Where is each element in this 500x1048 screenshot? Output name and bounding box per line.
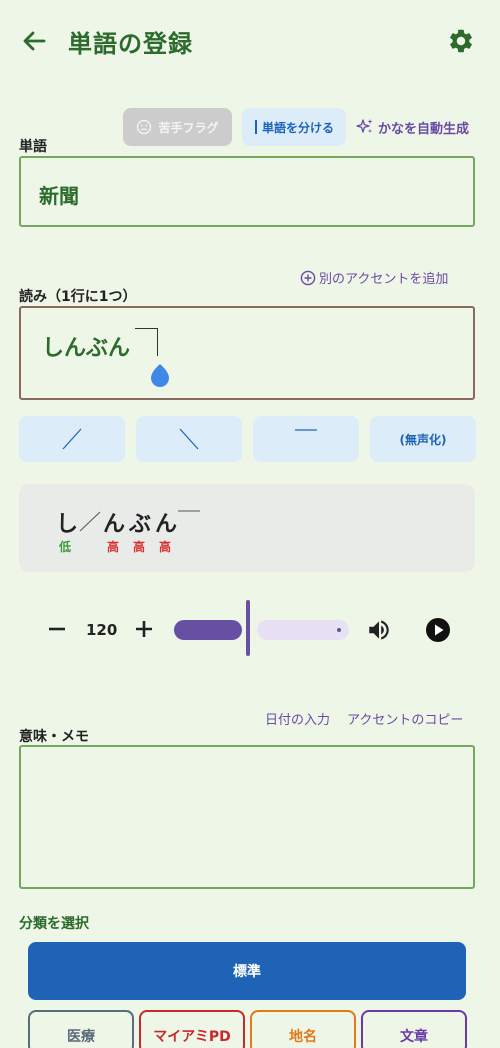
plus-circle-icon bbox=[300, 270, 316, 285]
slider-thumb[interactable] bbox=[246, 600, 250, 656]
accent-overline bbox=[135, 328, 157, 329]
accent-devoice-button[interactable]: (無声化) bbox=[370, 416, 476, 462]
date-input-link[interactable]: 日付の入力 bbox=[265, 709, 330, 728]
minus-icon bbox=[49, 627, 65, 631]
rising-slash-icon bbox=[62, 428, 82, 450]
pitch-label-high: 高 bbox=[159, 540, 172, 554]
copy-accent-link[interactable]: アクセントのコピー bbox=[347, 709, 463, 728]
speed-value: 120 bbox=[86, 621, 118, 639]
back-button[interactable] bbox=[20, 27, 48, 55]
preview-char: ん bbox=[155, 512, 178, 537]
split-word-label: 単語を分ける bbox=[261, 120, 334, 135]
arrow-left-icon bbox=[23, 31, 46, 51]
add-accent-label: 別のアクセントを追加 bbox=[319, 272, 449, 287]
preview-char: し bbox=[56, 512, 79, 537]
preview-char: ん bbox=[103, 512, 126, 537]
memo-input[interactable] bbox=[19, 745, 475, 889]
rising-slash-mark bbox=[79, 511, 101, 532]
speed-slider[interactable] bbox=[174, 600, 349, 660]
pitch-label-high: 高 bbox=[133, 540, 146, 554]
page-title: 単語の登録 bbox=[68, 30, 193, 58]
sad-face-icon bbox=[137, 119, 152, 135]
weak-flag-button[interactable]: 苦手フラグ bbox=[123, 108, 232, 146]
sparkle-icon bbox=[356, 119, 373, 133]
reading-label: 読み（1行に1つ） bbox=[19, 289, 137, 305]
category-medical-button[interactable]: 医療 bbox=[28, 1010, 134, 1048]
accent-fall-button[interactable] bbox=[136, 416, 242, 462]
plus-icon bbox=[136, 621, 152, 637]
word-label: 単語 bbox=[19, 139, 47, 155]
preview-char: ぶ bbox=[129, 512, 152, 537]
volume-icon bbox=[369, 620, 389, 640]
category-standard-button[interactable]: 標準 bbox=[28, 942, 466, 1000]
category-miami-pd-button[interactable]: マイアミPD bbox=[139, 1010, 245, 1048]
weak-flag-label: 苦手フラグ bbox=[158, 120, 219, 135]
pitch-label-high: 高 bbox=[107, 540, 120, 554]
auto-kana-button[interactable]: かなを自動生成 bbox=[356, 108, 478, 146]
slider-end-dot bbox=[337, 628, 341, 632]
category-sentence-button[interactable]: 文章 bbox=[361, 1010, 467, 1048]
preview-overline bbox=[178, 510, 200, 512]
overline-icon bbox=[295, 429, 317, 431]
play-icon bbox=[426, 618, 450, 642]
auto-kana-label: かなを自動生成 bbox=[378, 121, 470, 137]
slider-inactive-track bbox=[257, 620, 349, 640]
accent-flat-button[interactable] bbox=[253, 416, 359, 462]
add-accent-link[interactable]: 別のアクセントを追加 bbox=[300, 268, 448, 287]
falling-slash-icon bbox=[179, 428, 199, 450]
accent-preview: し ん ぶ ん 低 高 高 高 bbox=[19, 484, 475, 572]
split-word-button[interactable]: 単語を分ける bbox=[242, 108, 346, 146]
divider-bar-icon bbox=[254, 120, 257, 134]
volume-button[interactable] bbox=[366, 617, 392, 643]
pitch-label-low: 低 bbox=[59, 540, 72, 554]
category-label: 分類を選択 bbox=[19, 916, 89, 932]
accent-rise-button[interactable] bbox=[19, 416, 125, 462]
text-cursor bbox=[157, 328, 158, 356]
reading-text: しんぶん bbox=[42, 336, 131, 361]
speed-decrease-button[interactable] bbox=[46, 618, 68, 640]
reading-input[interactable]: しんぶん bbox=[19, 306, 475, 400]
gear-icon bbox=[450, 29, 472, 53]
cursor-handle-icon[interactable] bbox=[147, 358, 173, 388]
slider-active-track bbox=[174, 620, 242, 640]
play-button[interactable] bbox=[425, 617, 451, 643]
settings-button[interactable] bbox=[447, 27, 475, 55]
speed-increase-button[interactable] bbox=[133, 618, 155, 640]
word-input[interactable]: 新聞 bbox=[19, 156, 475, 227]
memo-label: 意味・メモ bbox=[19, 729, 89, 745]
category-place-name-button[interactable]: 地名 bbox=[250, 1010, 356, 1048]
